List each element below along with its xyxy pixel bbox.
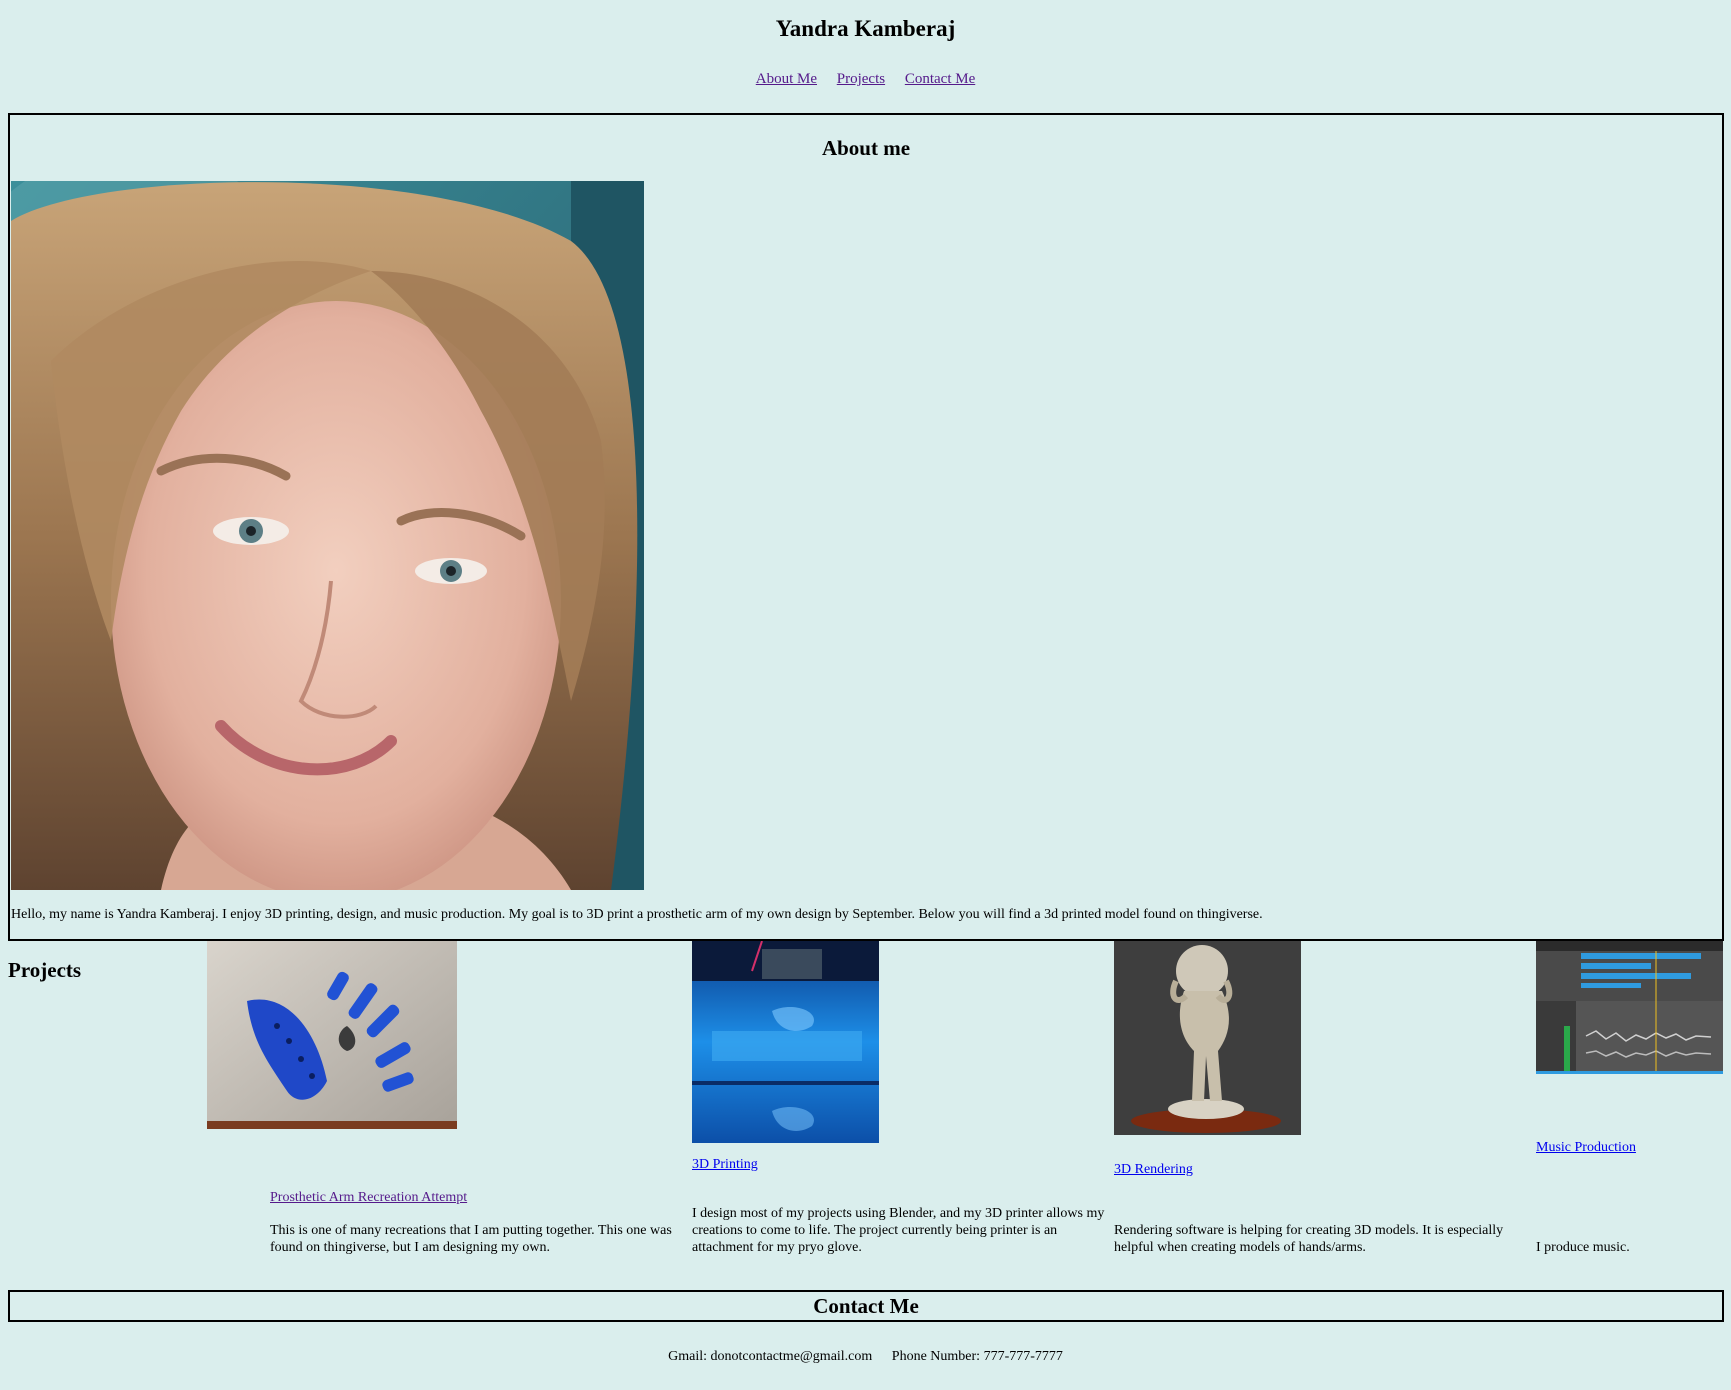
project-3d-rendering: 3D Rendering Rendering software is helpi… — [1114, 941, 1534, 1261]
project-prosthetic-arm: Prosthetic Arm Recreation Attempt This i… — [207, 941, 677, 1261]
nav-link-about[interactable]: About Me — [756, 71, 817, 87]
project-desc-3d-rendering: Rendering software is helping for creati… — [1114, 1223, 1504, 1255]
nav-link-contact[interactable]: Contact Me — [905, 71, 975, 87]
contact-title: Contact Me — [813, 1294, 919, 1318]
atlas-statue-image — [1114, 941, 1301, 1135]
daw-screenshot-image — [1536, 941, 1723, 1074]
project-desc-prosthetic-arm: This is one of many recreations that I a… — [270, 1223, 672, 1255]
project-desc-3d-printing: I design most of my projects using Blend… — [692, 1206, 1105, 1255]
about-title: About me — [821, 136, 911, 160]
project-link-music-production[interactable]: Music Production — [1536, 1140, 1636, 1156]
contact-section: Contact Me — [8, 1290, 1724, 1322]
projects-title: Projects — [8, 958, 82, 982]
contact-info: Gmail: donotcontactme@gmail.com Phone Nu… — [0, 1349, 1731, 1365]
3d-printer-image — [692, 941, 879, 1143]
nav-link-projects[interactable]: Projects — [837, 71, 885, 87]
portrait-photo — [11, 181, 644, 890]
main-nav: About Me Projects Contact Me — [0, 71, 1731, 88]
contact-gmail: Gmail: donotcontactme@gmail.com — [668, 1349, 873, 1364]
project-music-production: Music Production I produce music. — [1536, 941, 1723, 1261]
about-text: Hello, my name is Yandra Kamberaj. I enj… — [11, 907, 1263, 922]
contact-phone: Phone Number: 777-777-7777 — [891, 1349, 1063, 1364]
project-3d-printing: 3D Printing I design most of my projects… — [692, 941, 1112, 1261]
project-desc-music-production: I produce music. — [1536, 1240, 1630, 1255]
project-link-prosthetic-arm[interactable]: Prosthetic Arm Recreation Attempt — [270, 1190, 467, 1206]
site-title: Yandra Kamberaj — [775, 16, 956, 41]
prosthetic-hand-image — [207, 941, 457, 1129]
about-section: About me Hello, my name is Yandra Kamber… — [8, 113, 1724, 941]
project-link-3d-printing[interactable]: 3D Printing — [692, 1157, 758, 1173]
project-link-3d-rendering[interactable]: 3D Rendering — [1114, 1162, 1193, 1178]
